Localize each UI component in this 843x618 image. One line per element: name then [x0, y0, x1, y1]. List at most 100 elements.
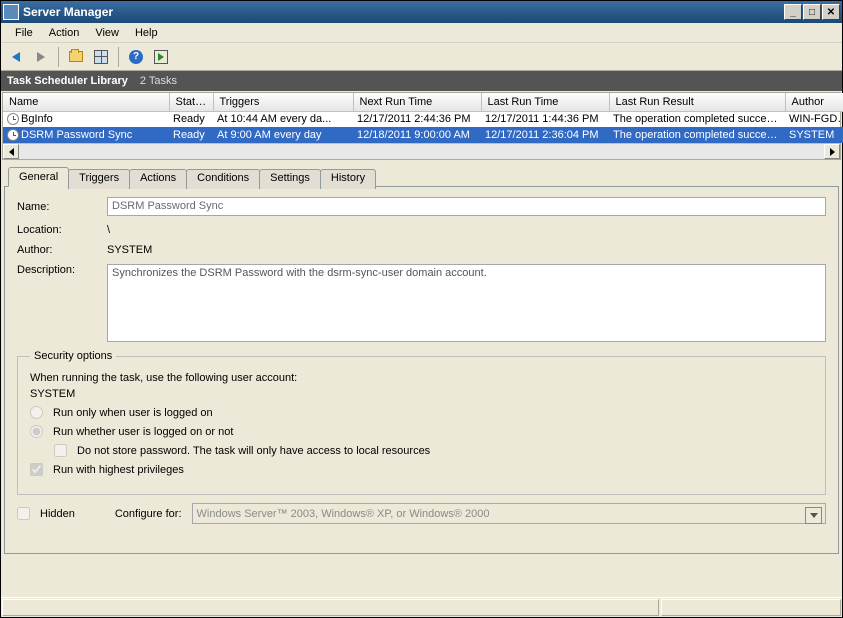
tab-history[interactable]: History — [320, 169, 376, 189]
tab-actions[interactable]: Actions — [129, 169, 187, 189]
no-store-password-label: Do not store password. The task will onl… — [77, 445, 430, 457]
highest-privileges-label: Run with highest privileges — [53, 464, 184, 476]
menu-file[interactable]: File — [7, 25, 41, 41]
section-header: Task Scheduler Library 2 Tasks — [1, 71, 842, 91]
tab-triggers[interactable]: Triggers — [68, 169, 130, 189]
configure-for-combo[interactable]: Windows Server™ 2003, Windows® XP, or Wi… — [192, 503, 826, 524]
chevron-down-icon — [810, 513, 818, 518]
arrow-right-icon — [37, 52, 45, 62]
scroll-left-icon — [9, 148, 14, 156]
security-options-group: Security options When running the task, … — [17, 350, 826, 495]
properties-button[interactable] — [90, 46, 112, 68]
task-icon — [7, 113, 19, 125]
detail-area: General Triggers Actions Conditions Sett… — [4, 166, 839, 554]
hidden-label: Hidden — [40, 508, 75, 520]
author-label: Author: — [17, 244, 107, 256]
section-title: Task Scheduler Library — [7, 75, 128, 87]
run-logged-on-radio[interactable] — [30, 406, 43, 419]
name-label: Name: — [17, 201, 107, 213]
table-header-row: Name Status Triggers Next Run Time Last … — [3, 93, 843, 111]
col-author[interactable]: Author — [785, 93, 843, 111]
cell-next-run: 12/18/2011 9:00:00 AM — [353, 127, 481, 143]
col-status[interactable]: Status — [169, 93, 213, 111]
horizontal-scrollbar[interactable] — [3, 143, 840, 159]
col-last-result[interactable]: Last Run Result — [609, 93, 785, 111]
menu-bar: File Action View Help — [1, 23, 842, 43]
highest-privileges-checkbox[interactable] — [30, 463, 43, 476]
col-triggers[interactable]: Triggers — [213, 93, 353, 111]
tab-strip: General Triggers Actions Conditions Sett… — [4, 167, 839, 187]
cell-next-run: 12/17/2011 2:44:36 PM — [353, 111, 481, 127]
tab-panel-general: Name: DSRM Password Sync Location: \ Aut… — [4, 186, 839, 554]
cell-status: Ready — [169, 127, 213, 143]
cell-triggers: At 10:44 AM every da... — [213, 111, 353, 127]
when-running-label: When running the task, use the following… — [30, 372, 813, 384]
description-field[interactable] — [107, 264, 826, 342]
cell-last-run: 12/17/2011 2:36:04 PM — [481, 127, 609, 143]
run-whether-radio[interactable] — [30, 425, 43, 438]
task-icon — [7, 129, 19, 141]
cell-last-result: The operation completed success... — [609, 111, 785, 127]
arrow-left-icon — [12, 52, 20, 62]
properties-icon — [94, 50, 108, 64]
status-cell — [2, 599, 659, 616]
tab-general[interactable]: General — [8, 167, 69, 187]
cell-status: Ready — [169, 111, 213, 127]
window-title: Server Manager — [23, 5, 784, 19]
menu-view[interactable]: View — [87, 25, 127, 41]
account-value: SYSTEM — [30, 388, 813, 400]
status-bar — [1, 597, 842, 617]
author-value: SYSTEM — [107, 244, 152, 256]
toolbar-separator — [118, 47, 119, 67]
scroll-track[interactable] — [19, 144, 824, 159]
run-button[interactable] — [150, 46, 172, 68]
menu-action[interactable]: Action — [41, 25, 88, 41]
maximize-button[interactable]: □ — [803, 4, 821, 20]
cell-author: WIN-FGDK6AA — [785, 111, 843, 127]
task-row[interactable]: BgInfo Ready At 10:44 AM every da... 12/… — [3, 111, 843, 127]
configure-for-label: Configure for: — [115, 508, 182, 520]
no-store-password-checkbox[interactable] — [54, 444, 67, 457]
tab-settings[interactable]: Settings — [259, 169, 321, 189]
col-last-run[interactable]: Last Run Time — [481, 93, 609, 111]
description-label: Description: — [17, 264, 107, 276]
cell-last-run: 12/17/2011 1:44:36 PM — [481, 111, 609, 127]
forward-button[interactable] — [30, 46, 52, 68]
task-table: Name Status Triggers Next Run Time Last … — [3, 93, 843, 143]
help-icon: ? — [129, 50, 143, 64]
up-folder-button[interactable] — [65, 46, 87, 68]
col-next-run[interactable]: Next Run Time — [353, 93, 481, 111]
toolbar: ? — [1, 43, 842, 71]
location-label: Location: — [17, 224, 107, 236]
cell-name: DSRM Password Sync — [21, 129, 132, 141]
folder-up-icon — [69, 51, 83, 62]
help-button[interactable]: ? — [125, 46, 147, 68]
title-bar: Server Manager _ □ ✕ — [1, 1, 842, 23]
scroll-left-button[interactable] — [3, 144, 19, 159]
minimize-button[interactable]: _ — [784, 4, 802, 20]
play-icon — [154, 50, 168, 64]
close-button[interactable]: ✕ — [822, 4, 840, 20]
status-cell — [661, 599, 841, 616]
task-list-area: Name Status Triggers Next Run Time Last … — [2, 92, 841, 160]
location-value: \ — [107, 224, 110, 236]
task-row[interactable]: DSRM Password Sync Ready At 9:00 AM ever… — [3, 127, 843, 143]
cell-triggers: At 9:00 AM every day — [213, 127, 353, 143]
col-name[interactable]: Name — [3, 93, 169, 111]
scroll-right-button[interactable] — [824, 144, 840, 159]
cell-last-result: The operation completed success... — [609, 127, 785, 143]
back-button[interactable] — [5, 46, 27, 68]
app-icon — [3, 4, 19, 20]
security-legend: Security options — [30, 350, 116, 362]
menu-help[interactable]: Help — [127, 25, 166, 41]
run-whether-label: Run whether user is logged on or not — [53, 426, 233, 438]
configure-for-value: Windows Server™ 2003, Windows® XP, or Wi… — [197, 508, 490, 520]
cell-name: BgInfo — [21, 113, 53, 125]
cell-author: SYSTEM — [785, 127, 843, 143]
run-logged-on-label: Run only when user is logged on — [53, 407, 213, 419]
hidden-checkbox[interactable] — [17, 507, 30, 520]
tab-conditions[interactable]: Conditions — [186, 169, 260, 189]
name-field[interactable]: DSRM Password Sync — [107, 197, 826, 216]
toolbar-separator — [58, 47, 59, 67]
task-count: 2 Tasks — [140, 75, 177, 87]
